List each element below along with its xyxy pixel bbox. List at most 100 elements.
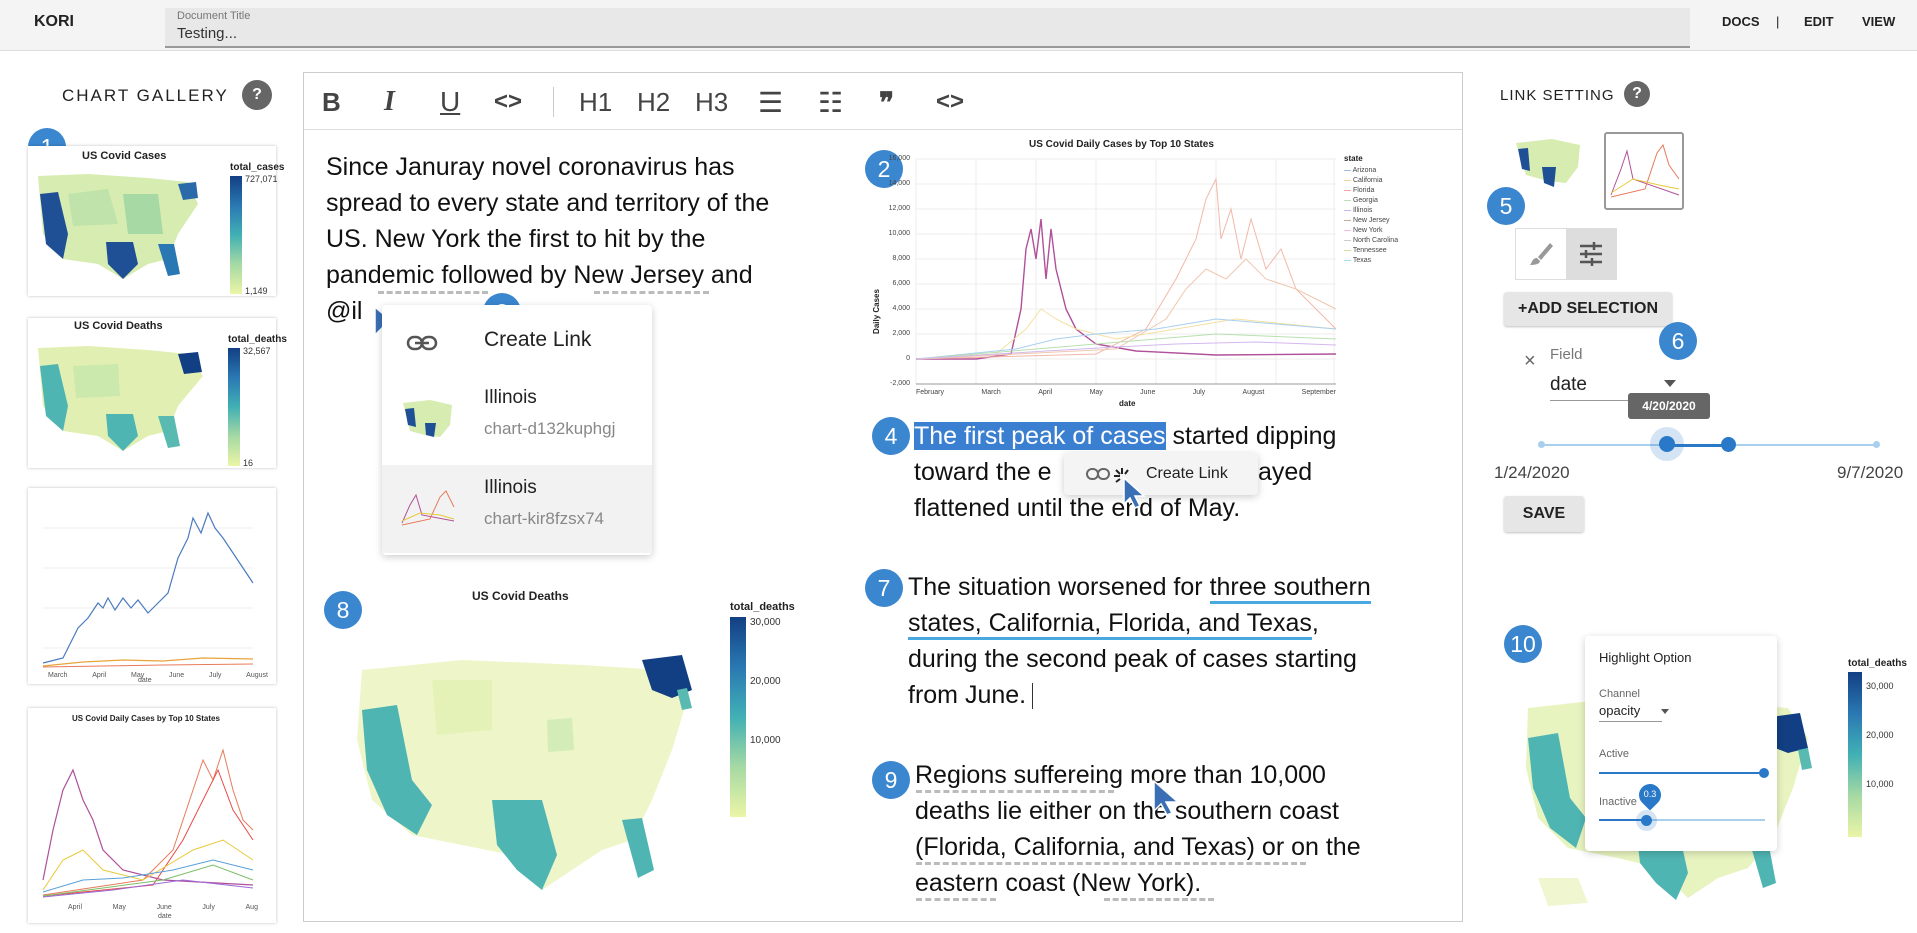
y-tick: 8,000	[892, 255, 910, 262]
help-icon[interactable]: ?	[242, 80, 272, 110]
paragraph-intro[interactable]: Since Januray novel coronavirus has spre…	[326, 149, 846, 329]
save-button[interactable]: SAVE	[1504, 496, 1584, 532]
nav-docs[interactable]: DOCS	[1722, 14, 1760, 29]
legend-tick: 20,000	[750, 676, 781, 687]
document-title-input[interactable]: Testing...	[177, 25, 237, 42]
mention-item-1[interactable]: Illinois chart-d132kuphgj	[382, 375, 652, 463]
nav-separator: |	[1776, 14, 1780, 29]
legend-item: — North Carolina	[1344, 237, 1399, 244]
channel-select[interactable]: opacity	[1599, 703, 1663, 722]
code-block-button[interactable]: <>	[936, 85, 964, 119]
document-editor[interactable]: B I U <> H1 H2 H3 ☰ ☷ ❞ <> Since Januray…	[303, 72, 1463, 922]
legend-tick: 30,000	[1866, 681, 1894, 691]
mention-item-id: chart-d132kuphgj	[484, 419, 616, 438]
paragraph-situation[interactable]: The situation worsened for three souther…	[908, 569, 1448, 713]
mention-item-2[interactable]: Illinois chart-kir8fzsx74	[382, 465, 652, 553]
brush-mode-button[interactable]	[1516, 229, 1566, 279]
y-tick: 6,000	[892, 280, 910, 287]
inactive-slider-thumb[interactable]	[1641, 815, 1652, 826]
range-min-label: 1/24/2020	[1494, 463, 1570, 482]
text-line: Since Januray novel coronavirus has	[326, 153, 735, 181]
legend-min: 16	[243, 458, 254, 468]
y-tick: -2,000	[890, 380, 910, 387]
linked-chart-line-thumb[interactable]	[1604, 132, 1684, 210]
badge-9: 9	[872, 761, 910, 799]
document-title-field[interactable]: Document Title Testing...	[165, 8, 1690, 48]
text-line: states, California, Florida, and Texas,	[908, 605, 1448, 641]
sliders-icon	[1580, 242, 1602, 266]
link-underline	[916, 898, 996, 901]
y-tick: 0	[906, 355, 910, 362]
y-tick: 14,000	[888, 180, 910, 187]
gallery-chart-us-deaths[interactable]: US Covid Deaths total_deaths 32,567 16	[28, 318, 287, 468]
link-underline	[594, 291, 709, 294]
x-tick: August	[1242, 389, 1265, 396]
h3-button[interactable]: H3	[695, 85, 728, 119]
x-tick: July	[208, 672, 222, 679]
us-deaths-map	[357, 655, 692, 890]
legend-item: — New York	[1344, 227, 1383, 234]
remove-field-icon[interactable]: ×	[1524, 350, 1536, 373]
gallery-chart-us-cases[interactable]: US Covid Cases total_cases 727,071 1,149	[28, 146, 284, 296]
legend-max: 727,071	[245, 174, 278, 184]
legend-item: — Georgia	[1344, 197, 1378, 204]
gallery-chart-top10[interactable]: US Covid Daily Cases by Top 10 States Ap…	[28, 708, 276, 923]
legend-tick: 20,000	[1866, 730, 1894, 740]
italic-button[interactable]: I	[384, 85, 395, 119]
mention-popup: Create Link Illinois chart-d132kuphgj Il…	[382, 305, 652, 555]
color-legend	[228, 348, 240, 466]
text-line: The first peak of cases started dipping	[914, 422, 1337, 450]
active-slider-thumb[interactable]	[1759, 768, 1769, 778]
link-underline	[916, 862, 1306, 865]
h1-button[interactable]: H1	[579, 85, 612, 119]
add-selection-button[interactable]: +ADD SELECTION	[1504, 292, 1672, 326]
linked-chart-map-thumb[interactable]	[1512, 131, 1586, 195]
help-icon[interactable]: ?	[1624, 81, 1650, 107]
legend-tick: 10,000	[1866, 779, 1894, 789]
color-legend	[230, 176, 242, 294]
nav-edit[interactable]: EDIT	[1804, 14, 1834, 29]
text-line: from June.	[908, 677, 1448, 713]
numbered-list-button[interactable]: ☷	[818, 85, 843, 119]
gallery-chart-line[interactable]: March April May June July August date	[28, 488, 276, 684]
x-tick: April	[1038, 389, 1053, 396]
embedded-map-chart[interactable]: US Covid Deaths total_deaths 30,000 20,0…	[332, 585, 802, 915]
mention-item-name: Illinois	[484, 387, 537, 408]
create-link-label: Create Link	[1146, 465, 1228, 482]
mention-item-id: chart-kir8fzsx74	[484, 509, 604, 528]
linked-text[interactable]: three southern	[1209, 573, 1371, 604]
nav-view[interactable]: VIEW	[1862, 14, 1895, 29]
create-link-tooltip[interactable]: Create Link	[1064, 453, 1258, 495]
slider-thumb-start[interactable]	[1659, 436, 1675, 452]
inline-code-button[interactable]: <>	[494, 85, 522, 119]
document-title-label: Document Title	[177, 10, 251, 22]
x-ticks: April May June July Aug	[68, 904, 258, 911]
top-bar: KORI Document Title Testing... DOCS | ED…	[0, 0, 1917, 51]
text-line: The situation worsened for three souther…	[908, 569, 1448, 605]
bold-button[interactable]: B	[322, 85, 341, 119]
badge-7: 7	[865, 569, 903, 607]
chart-title: US Covid Deaths	[74, 320, 163, 332]
selected-text[interactable]: The first peak of cases	[914, 422, 1166, 450]
link-icon	[1086, 468, 1110, 480]
slider-thumb-end[interactable]	[1721, 437, 1736, 452]
underline-button[interactable]: U	[440, 85, 460, 119]
line-chart-thumb	[42, 511, 254, 668]
legend-tick: 30,000	[750, 617, 781, 628]
settings-mode-button[interactable]	[1566, 229, 1616, 279]
linked-text[interactable]: states, California, Florida, and Texas	[908, 609, 1312, 640]
h2-button[interactable]: H2	[637, 85, 670, 119]
legend-item: — Texas	[1344, 257, 1372, 264]
create-link-option[interactable]: Create Link	[484, 328, 591, 352]
track-end	[1538, 441, 1545, 448]
text-caret	[1032, 683, 1034, 710]
x-tick: Aug	[245, 904, 258, 911]
highlight-option-title: Highlight Option	[1599, 650, 1692, 665]
app-brand: KORI	[34, 13, 74, 30]
legend-title: total_deaths	[730, 601, 795, 613]
bullet-list-button[interactable]: ☰	[758, 85, 783, 119]
chevron-down-icon	[1664, 380, 1676, 387]
active-slider[interactable]	[1599, 772, 1765, 774]
blockquote-button[interactable]: ❞	[879, 85, 894, 119]
line-chart-plot	[915, 158, 1337, 385]
